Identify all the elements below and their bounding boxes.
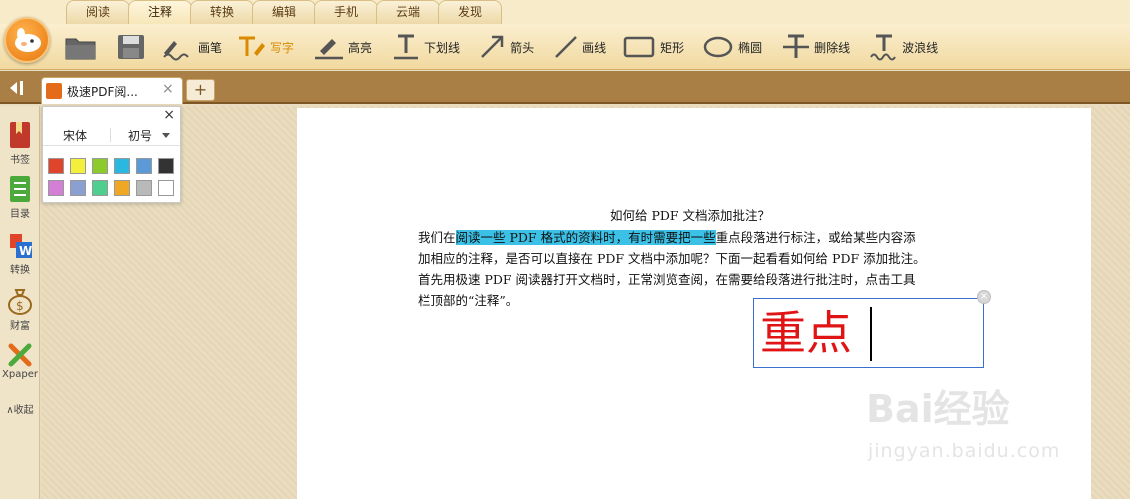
font-family-select[interactable]: 宋体	[63, 127, 87, 144]
menu-tab-annotate[interactable]: 注释	[128, 0, 192, 24]
menu-tab-mobile[interactable]: 手机	[314, 0, 378, 24]
font-settings-row: 宋体 初号	[43, 124, 180, 146]
color-swatch[interactable]	[158, 158, 174, 174]
color-swatch[interactable]	[114, 180, 130, 196]
menu-tab-read[interactable]: 阅读	[66, 0, 130, 24]
document-tab[interactable]: 极速PDF阅... ×	[41, 77, 183, 104]
tool-highlight[interactable]: 高亮	[312, 29, 372, 65]
collapse-left-icon	[10, 81, 23, 95]
tool-ellipse[interactable]: 椭圆	[702, 29, 762, 65]
close-tab-icon[interactable]: ×	[162, 81, 174, 97]
highlighted-text[interactable]: 阅读一些 PDF 格式的资料时，有时需要把一些	[455, 230, 716, 245]
document-heading: 如何给 PDF 文档添加批注？	[610, 208, 771, 223]
popover-close-icon[interactable]: ×	[163, 107, 175, 123]
document-paragraph-line: 栏顶部的“注释”。	[418, 293, 519, 308]
menu-tab-cloud[interactable]: 云端	[376, 0, 440, 24]
color-swatch[interactable]	[92, 158, 108, 174]
menu-tabs: 阅读 注释 转换 编辑 手机 云端 发现	[66, 0, 502, 24]
tool-line[interactable]: 画线	[552, 29, 606, 65]
tool-list: 画笔 写字 高亮 下划线 箭头 画线 矩形 椭圆 删除线 波浪线	[64, 24, 938, 70]
text-cursor	[870, 307, 872, 361]
money-bag-icon: $	[8, 289, 32, 315]
color-swatch[interactable]	[70, 158, 86, 174]
tool-arrow[interactable]: 箭头	[478, 29, 534, 65]
menu-tab-edit[interactable]: 编辑	[252, 0, 316, 24]
font-size-select[interactable]: 初号	[128, 127, 152, 144]
menu-bar: 阅读 注释 转换 编辑 手机 云端 发现	[0, 0, 1130, 24]
color-swatch[interactable]	[48, 180, 64, 196]
xpaper-icon	[8, 343, 32, 367]
outline-icon	[10, 176, 30, 202]
convert-icon: W	[10, 234, 32, 258]
color-swatch[interactable]	[114, 158, 130, 174]
annotation-close-icon[interactable]: ×	[977, 290, 991, 304]
left-sidebar: 书签 目录 W 转换 $ 财富 Xpaper ∧收起	[0, 106, 40, 499]
highlighter-icon	[315, 39, 344, 60]
menu-tab-discover[interactable]: 发现	[438, 0, 502, 24]
rectangle-icon	[623, 36, 655, 58]
watermark-logo-text: Bai经验	[866, 387, 1010, 431]
document-paragraph-line: 首先用极速 PDF 阅读器打开文档时，正常浏览查阅，在需要给段落进行批注时，点击…	[418, 272, 916, 287]
sidebar-item-bookmarks[interactable]: 书签	[0, 120, 40, 166]
watermark-url: jingyan.baidu.com	[868, 440, 1061, 462]
document-paragraph-line: 加相应的注释，是否可以直接在 PDF 文档中添加呢？下面一起看看如何给 PDF …	[418, 251, 926, 266]
svg-text:W: W	[19, 244, 32, 258]
tool-underline[interactable]: 下划线	[390, 29, 460, 65]
tool-typewriter[interactable]: 写字	[236, 29, 294, 65]
typewriter-icon	[239, 36, 266, 56]
text-style-popover: × 宋体 初号	[42, 106, 181, 203]
document-tab-title: 极速PDF阅...	[67, 85, 138, 99]
underline-icon	[394, 34, 419, 60]
color-swatch[interactable]	[136, 158, 152, 174]
sidebar-item-outline[interactable]: 目录	[0, 174, 40, 220]
wavy-underline-icon	[870, 34, 896, 61]
sidebar-item-convert[interactable]: W 转换	[0, 230, 40, 276]
annotation-toolbar: 画笔 写字 高亮 下划线 箭头 画线 矩形 椭圆 删除线 波浪线	[0, 17, 1130, 70]
font-row-divider	[110, 128, 111, 142]
pen-scribble-icon	[163, 41, 189, 61]
color-swatch[interactable]	[48, 158, 64, 174]
line-icon	[555, 36, 577, 58]
strikethrough-icon	[783, 34, 810, 58]
chevron-down-icon[interactable]	[162, 133, 170, 138]
open-folder-icon	[65, 38, 96, 60]
bookmark-icon	[10, 122, 30, 148]
save-button[interactable]	[116, 29, 146, 65]
sidebar-collapse-button[interactable]: ∧收起	[0, 400, 40, 416]
color-swatch[interactable]	[136, 180, 152, 196]
text-annotation-box[interactable]: 重点	[753, 298, 984, 368]
pdf-file-icon	[46, 83, 62, 99]
document-tab-row: 极速PDF阅... × +	[0, 71, 1130, 104]
watermark: Bai经验 jingyan.baidu.com	[866, 378, 1116, 488]
app-logo[interactable]	[4, 17, 50, 63]
document-paragraph-line: 我们在阅读一些 PDF 格式的资料时，有时需要把一些重点段落进行标注，或给某些内…	[418, 227, 916, 246]
menu-tab-convert[interactable]: 转换	[190, 0, 254, 24]
svg-text:$: $	[16, 299, 24, 313]
color-swatch[interactable]	[92, 180, 108, 196]
sidebar-item-wealth[interactable]: $ 财富	[0, 286, 40, 332]
text-run: 我们在	[418, 230, 456, 245]
tool-strikethrough[interactable]: 删除线	[780, 29, 850, 65]
tool-wavy-underline[interactable]: 波浪线	[868, 29, 938, 65]
ellipse-icon	[703, 36, 733, 58]
sidebar-toggle-button[interactable]	[8, 80, 28, 96]
annotation-text[interactable]: 重点	[760, 305, 852, 361]
color-swatch[interactable]	[70, 180, 86, 196]
app-logo-icon	[15, 28, 41, 52]
add-tab-button[interactable]: +	[186, 79, 215, 101]
tool-pen[interactable]: 画笔	[160, 29, 222, 65]
open-folder-button[interactable]	[64, 29, 98, 65]
color-swatch[interactable]	[158, 180, 174, 196]
tool-rectangle[interactable]: 矩形	[622, 29, 684, 65]
text-run: 重点段落进行标注，或给某些内容添	[715, 230, 916, 245]
save-disk-icon	[118, 35, 144, 59]
sidebar-item-xpaper[interactable]: Xpaper	[0, 342, 40, 380]
arrow-icon	[481, 35, 504, 58]
